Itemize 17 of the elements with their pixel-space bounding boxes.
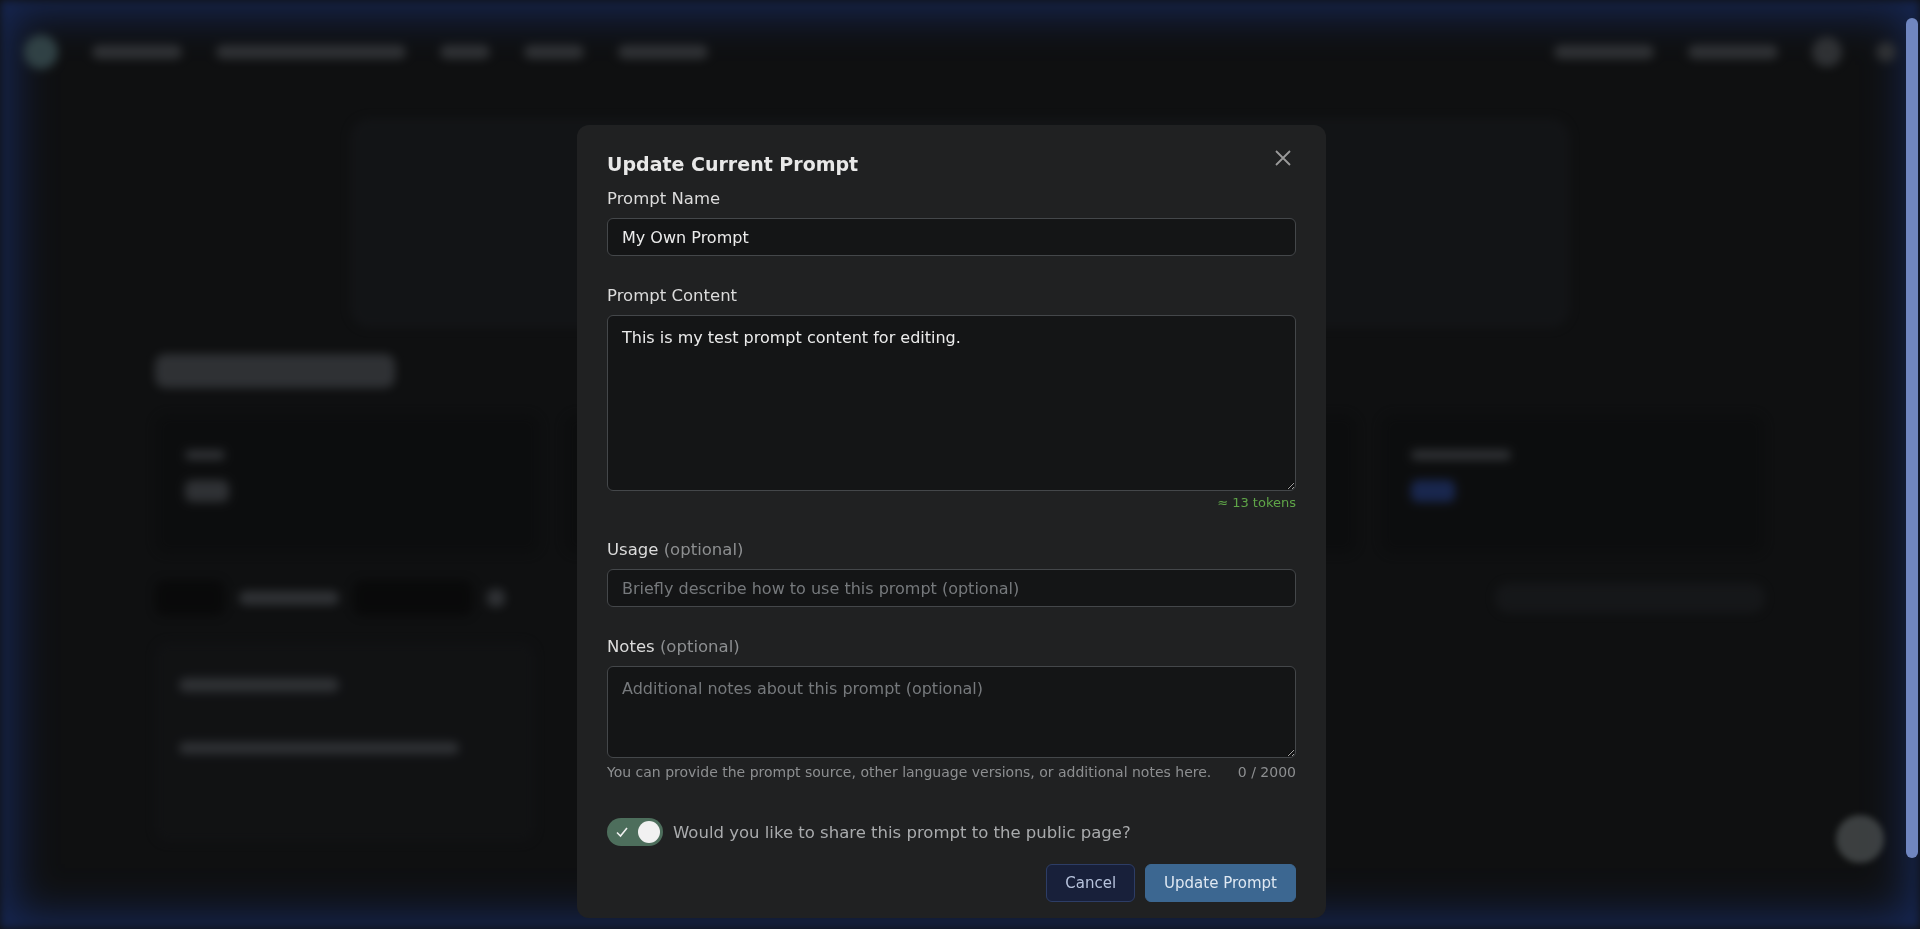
text-field[interactable]: My Own Prompt	[607, 218, 1296, 256]
text-area[interactable]: Additional notes about this prompt (optional)	[607, 666, 1296, 758]
helper-text: You can provide the prompt source, other language versions, or additional notes here.	[607, 764, 1212, 780]
share-toggle[interactable]	[607, 818, 663, 846]
toggle-label: Would you like to share this prompt to the public page?	[673, 822, 1131, 842]
character-counter: 0 / 2000	[1237, 764, 1296, 780]
token-count: ≈ 13 tokens	[1217, 495, 1296, 510]
cancel-button[interactable]: Cancel	[1046, 864, 1136, 902]
update-button[interactable]: Update Prompt	[1145, 864, 1296, 902]
field-label: Prompt Name	[607, 189, 722, 208]
field-label: Usage (optional)	[607, 540, 745, 559]
dialog-title: Update Current Prompt	[607, 153, 859, 175]
text-field[interactable]: Briefly describe how to use this prompt (optional)	[607, 569, 1296, 607]
field-label: Notes (optional)	[607, 637, 741, 656]
text-area[interactable]: This is my test prompt content for editing.	[607, 315, 1296, 491]
check-icon	[616, 826, 628, 838]
field-label: Prompt Content	[607, 286, 739, 305]
